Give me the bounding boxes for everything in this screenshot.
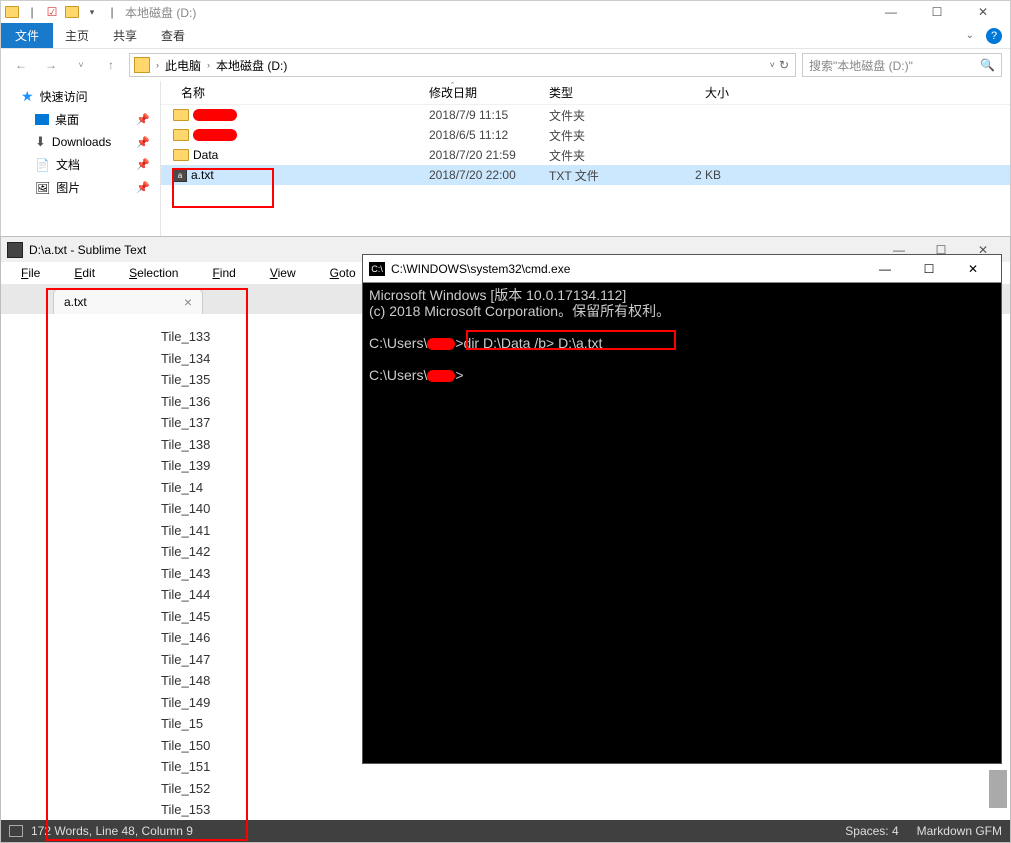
qat-dropdown-icon[interactable]: ▾	[85, 5, 99, 19]
pin-icon: 📌	[136, 136, 150, 149]
status-left: 172 Words, Line 48, Column 9	[31, 824, 193, 838]
cmd-output[interactable]: Microsoft Windows [版本 10.0.17134.112] (c…	[363, 283, 1001, 387]
qat-divider: |	[105, 5, 119, 19]
cmd-window: C:\ C:\WINDOWS\system32\cmd.exe — ☐ ✕ Mi…	[362, 254, 1002, 764]
tab-label: a.txt	[64, 295, 87, 309]
cmd-title: C:\WINDOWS\system32\cmd.exe	[391, 262, 570, 276]
file-row[interactable]: 2018/6/5 11:12文件夹	[161, 125, 1010, 145]
sublime-title: D:\a.txt - Sublime Text	[29, 243, 146, 257]
menu-file[interactable]: File	[5, 264, 56, 282]
redacted-text	[193, 129, 237, 141]
search-placeholder: 搜索"本地磁盘 (D:)"	[809, 57, 980, 74]
back-button[interactable]: ←	[9, 53, 33, 77]
status-syntax[interactable]: Markdown GFM	[917, 824, 1002, 838]
drive-icon	[134, 57, 150, 73]
folder-icon	[173, 109, 189, 121]
menu-view[interactable]: View	[254, 264, 312, 282]
refresh-icon[interactable]: ↻	[779, 58, 789, 72]
star-icon: ★	[21, 88, 34, 105]
ribbon-home-tab[interactable]: 主页	[53, 23, 101, 48]
ribbon-view-tab[interactable]: 查看	[149, 23, 197, 48]
redacted-text	[427, 338, 455, 350]
chevron-right-icon[interactable]: ›	[154, 60, 161, 70]
folder-icon	[173, 129, 189, 141]
sort-indicator-icon: ˆ	[451, 81, 454, 91]
address-bar[interactable]: › 此电脑 › 本地磁盘 (D:) ˅ ↻	[129, 53, 796, 77]
status-spaces[interactable]: Spaces: 4	[845, 824, 898, 838]
ribbon-expand-icon[interactable]: ⌄	[966, 30, 974, 41]
window-title: 本地磁盘 (D:)	[125, 4, 196, 21]
column-headers: ˆ 名称 修改日期 类型 大小	[161, 81, 1010, 105]
explorer-window: | ☑ ▾ | 本地磁盘 (D:) — ☐ ✕ 文件 主页 共享 查看 ⌄ ? …	[0, 0, 1011, 238]
ribbon-share-tab[interactable]: 共享	[101, 23, 149, 48]
explorer-sidebar: ★快速访问 桌面📌 ⬇Downloads📌 📄文档📌 🖼图片📌	[1, 81, 161, 237]
up-button[interactable]: ↑	[99, 53, 123, 77]
file-list: ˆ 名称 修改日期 类型 大小 2018/7/9 11:15文件夹2018/6/…	[161, 81, 1010, 237]
menu-find[interactable]: Find	[196, 264, 251, 282]
folder-icon	[5, 5, 19, 19]
sidebar-toggle-icon[interactable]	[9, 825, 23, 837]
pictures-icon: 🖼	[35, 181, 50, 195]
sublime-icon	[7, 242, 23, 258]
gutter	[1, 314, 41, 822]
ribbon-file-tab[interactable]: 文件	[1, 23, 53, 48]
desktop-icon	[35, 114, 49, 125]
menu-edit[interactable]: Edit	[58, 264, 111, 282]
minimize-button[interactable]: —	[868, 1, 914, 23]
status-bar: 172 Words, Line 48, Column 9 Spaces: 4 M…	[1, 820, 1010, 842]
cmd-titlebar[interactable]: C:\ C:\WINDOWS\system32\cmd.exe — ☐ ✕	[363, 255, 1001, 283]
sidebar-quick-access[interactable]: ★快速访问	[1, 85, 160, 108]
file-row[interactable]: 2018/7/9 11:15文件夹	[161, 105, 1010, 125]
ribbon: 文件 主页 共享 查看 ⌄ ?	[1, 23, 1010, 49]
minimap[interactable]	[989, 770, 1007, 808]
qat-check-icon[interactable]: ☑	[45, 5, 59, 19]
address-dropdown-icon[interactable]: ˅	[770, 60, 775, 70]
help-icon[interactable]: ?	[986, 28, 1002, 44]
minimize-button[interactable]: —	[863, 256, 907, 282]
forward-button[interactable]: →	[39, 53, 63, 77]
search-icon[interactable]: 🔍	[980, 58, 995, 72]
col-date[interactable]: 修改日期	[429, 84, 549, 101]
chevron-right-icon[interactable]: ›	[205, 60, 212, 70]
document-icon: 📄	[35, 158, 50, 172]
pin-icon: 📌	[136, 113, 150, 126]
editor-content[interactable]: Tile_133Tile_134Tile_135Tile_136Tile_137…	[41, 314, 210, 822]
tab-close-icon[interactable]: ×	[184, 294, 192, 310]
breadcrumb-drive[interactable]: 本地磁盘 (D:)	[212, 57, 291, 74]
sidebar-documents[interactable]: 📄文档📌	[1, 153, 160, 176]
file-icon: a	[173, 168, 187, 182]
maximize-button[interactable]: ☐	[914, 1, 960, 23]
explorer-titlebar[interactable]: | ☑ ▾ | 本地磁盘 (D:) — ☐ ✕	[1, 1, 1010, 23]
file-row[interactable]: aa.txt2018/7/20 22:00TXT 文件2 KB	[161, 165, 1010, 185]
search-input[interactable]: 搜索"本地磁盘 (D:)" 🔍	[802, 53, 1002, 77]
close-button[interactable]: ✕	[951, 256, 995, 282]
cmd-icon: C:\	[369, 262, 385, 276]
sidebar-downloads[interactable]: ⬇Downloads📌	[1, 131, 160, 153]
folder-icon	[173, 149, 189, 161]
redacted-text	[427, 370, 455, 382]
sidebar-desktop[interactable]: 桌面📌	[1, 108, 160, 131]
folder-icon	[65, 5, 79, 19]
redacted-text	[193, 109, 237, 121]
nav-bar: ← → ˅ ↑ › 此电脑 › 本地磁盘 (D:) ˅ ↻ 搜索"本地磁盘 (D…	[1, 49, 1010, 81]
breadcrumb-this-pc[interactable]: 此电脑	[161, 57, 205, 74]
recent-dropdown[interactable]: ˅	[69, 53, 93, 77]
file-row[interactable]: Data2018/7/20 21:59文件夹	[161, 145, 1010, 165]
menu-selection[interactable]: Selection	[113, 264, 194, 282]
col-size[interactable]: 大小	[659, 84, 729, 101]
col-type[interactable]: 类型	[549, 84, 659, 101]
col-name[interactable]: 名称	[161, 84, 429, 101]
tab-a-txt[interactable]: a.txt ×	[53, 288, 203, 314]
qat-divider: |	[25, 5, 39, 19]
download-icon: ⬇	[35, 134, 46, 150]
sidebar-pictures[interactable]: 🖼图片📌	[1, 176, 160, 199]
close-button[interactable]: ✕	[960, 1, 1006, 23]
maximize-button[interactable]: ☐	[907, 256, 951, 282]
pin-icon: 📌	[136, 181, 150, 194]
pin-icon: 📌	[136, 158, 150, 171]
